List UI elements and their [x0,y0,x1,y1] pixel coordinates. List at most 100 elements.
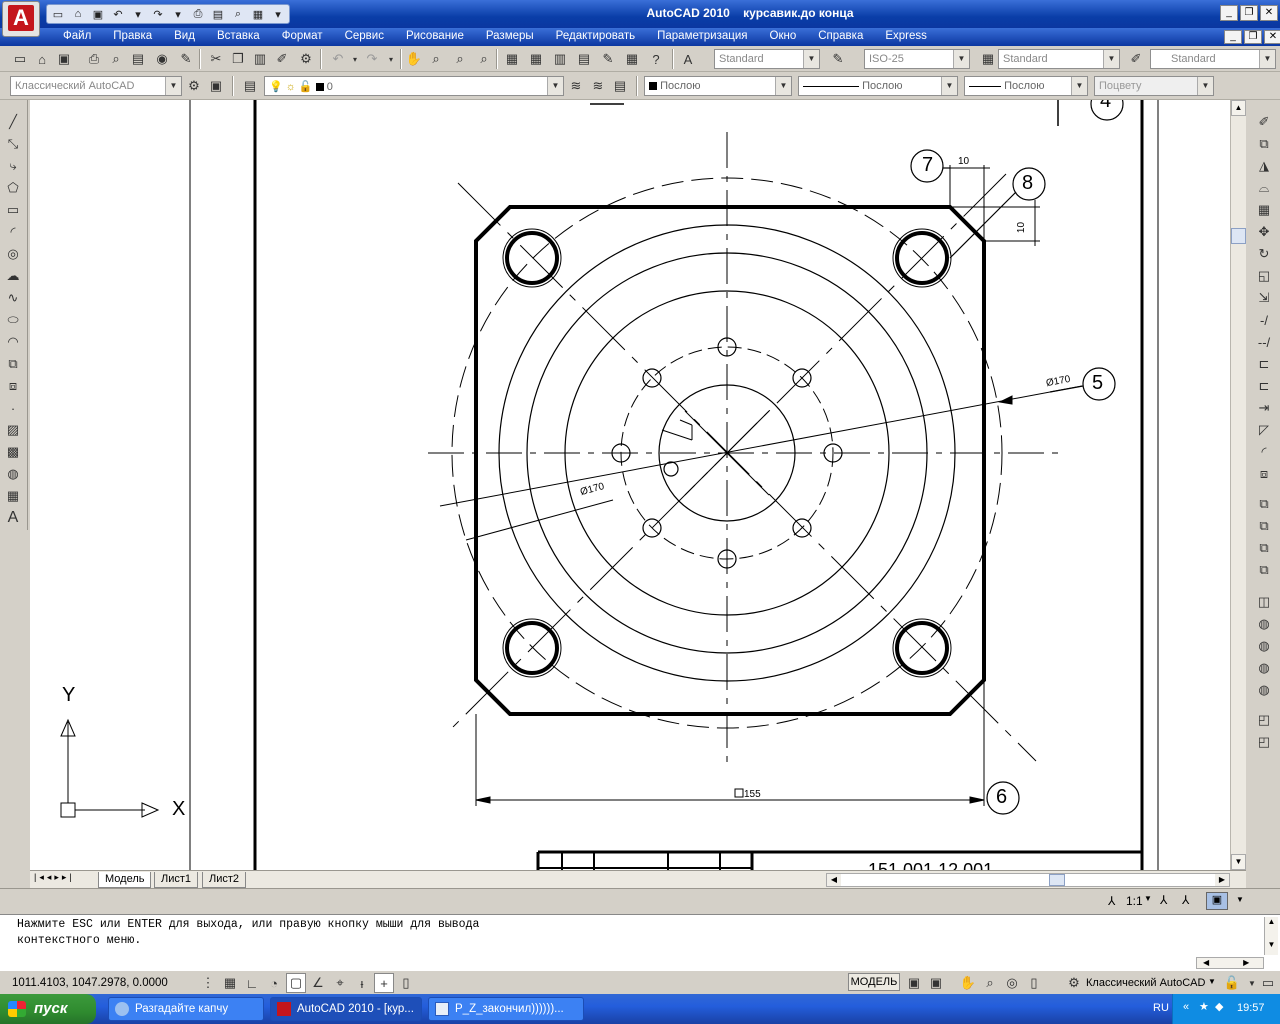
explode-icon[interactable]: ⧈ [1254,464,1274,484]
undo-dropdown-icon[interactable]: ▾ [130,7,146,21]
copy-icon[interactable]: ❐ [228,49,248,69]
print-icon[interactable]: ⎙ [84,49,104,69]
make-current-layer-icon[interactable]: ≋ [566,76,586,96]
array-icon[interactable]: ▦ [1254,200,1274,220]
scroll-left-icon[interactable]: ◀ [827,874,841,886]
dim-style-select[interactable]: ISO-25 ▼ [864,49,970,69]
menu-help[interactable]: Справка [807,30,874,42]
tool-palettes-icon[interactable]: ▥ [550,49,570,69]
chevron-down-icon[interactable]: ▼ [1208,977,1216,986]
annotation-autoscale-icon[interactable]: ⅄ [1182,893,1189,907]
plotstyle-select[interactable]: Поцвету ▼ [1094,76,1214,96]
ellipse-arc-icon[interactable]: ◠ [3,332,23,352]
taskbar-task-captcha[interactable]: Разгадайте капчу [108,997,264,1021]
sheet-set-icon[interactable]: ▤ [574,49,594,69]
fillet-icon[interactable]: ◜ [1254,442,1274,462]
menu-edit[interactable]: Правка [102,30,163,42]
etransmit-icon[interactable]: ✎ [176,49,196,69]
draw-order-front-icon[interactable]: ⧉ [1254,494,1274,514]
toolbar-lock-icon[interactable]: 🔓 [1222,973,1242,993]
scroll-left-icon[interactable]: ◀ [1203,958,1209,967]
zoom-status-icon[interactable]: ⌕ [980,973,1000,993]
ducs-icon[interactable]: ⌖ [330,973,350,993]
restore-button[interactable]: ❐ [1240,5,1258,21]
preview-icon[interactable]: ⌕ [230,7,246,21]
break-icon[interactable]: ⊏ [1254,376,1274,396]
gradient-icon[interactable]: ▩ [3,442,23,462]
doc-close-button[interactable]: ✕ [1264,30,1280,44]
erase-icon[interactable]: ✐ [1254,112,1274,132]
make-block-icon[interactable]: ⧈ [3,376,23,396]
annotation-scale-value[interactable]: 1:1 [1126,894,1143,908]
lineweight-select[interactable]: Послою ▼ [964,76,1088,96]
drawing-canvas[interactable]: 7 8 5 6 4 10 10 Ø170 Ø170 155 151.001.12… [30,100,1230,870]
multileader-style-icon[interactable]: ✐ [1126,49,1146,69]
pan-icon[interactable]: ✋ [404,49,424,69]
table-style-icon[interactable]: ▦ [978,49,998,69]
menu-tools[interactable]: Сервис [334,30,395,42]
open-file-icon[interactable]: ⌂ [70,7,86,21]
redo-dropdown-icon[interactable]: ▾ [381,49,401,69]
open-icon[interactable]: ⌂ [32,49,52,69]
scale-icon[interactable]: ◱ [1254,266,1274,286]
insert-block-icon[interactable]: ⧉ [3,354,23,374]
steeringwheel-icon[interactable]: ◎ [1002,973,1022,993]
lineweight-toggle-icon[interactable]: + [374,973,394,993]
annotation-scale-icon[interactable]: ⅄ [1108,894,1115,908]
language-indicator[interactable]: RU [1153,1002,1169,1014]
layer-state-icon[interactable]: ▤ [610,76,630,96]
scroll-right-icon[interactable]: ▶ [1243,958,1249,967]
spline-icon[interactable]: ∿ [3,288,23,308]
revision-cloud-icon[interactable]: ☁ [3,266,23,286]
doc-restore-button[interactable]: ❐ [1244,30,1262,44]
new-file-icon[interactable]: ▭ [50,7,66,21]
move-icon[interactable]: ✥ [1254,222,1274,242]
multileader-style-select[interactable]: Standard ▼ [1150,49,1276,69]
scroll-right-icon[interactable]: ▶ [1215,874,1229,886]
grid-icon[interactable]: ▦ [220,973,240,993]
workspace-switch-icon[interactable]: ⚙ [1064,973,1084,993]
menu-insert[interactable]: Вставка [206,30,271,42]
tab-layout1[interactable]: Лист1 [154,872,199,888]
annotation-visibility-icon[interactable]: ⅄ [1160,893,1167,907]
layer-previous-icon[interactable]: ≋ [588,76,608,96]
menu-modify[interactable]: Редактировать [545,30,646,42]
quick-properties-icon[interactable]: ▯ [396,973,416,993]
globe-add-icon[interactable]: ◍ [1254,636,1274,656]
redo-icon[interactable]: ↷ [150,7,166,21]
taskbar-task-word[interactable]: P_Z_закончил))))))... [428,997,584,1021]
publish-icon[interactable]: ▤ [210,7,226,21]
scroll-up-icon[interactable]: ▲ [1231,100,1246,116]
snap-mode-icon[interactable]: ⋮ [198,973,218,993]
cut-icon[interactable]: ✂ [206,49,226,69]
scroll-thumb[interactable] [1231,228,1246,244]
block-editor-icon[interactable]: ⚙ [296,49,316,69]
menu-file[interactable]: Файл [52,30,102,42]
3d-dwf-icon[interactable]: ◉ [152,49,172,69]
point-icon[interactable]: · [3,398,23,418]
extend-icon[interactable]: --/ [1254,332,1274,352]
layer-properties-icon[interactable]: ▤ [240,76,260,96]
redo-dropdown-icon[interactable]: ▾ [170,7,186,21]
tab-model[interactable]: Модель [98,872,152,888]
tab-nav-arrows-icon[interactable]: |◂◂▸▸| [34,872,75,883]
plot-preview-icon[interactable]: ⌕ [106,49,126,69]
menu-draw[interactable]: Рисование [395,30,475,42]
chamfer-icon[interactable]: ◸ [1254,420,1274,440]
viewport-icon[interactable]: ▣ [1206,892,1228,910]
menu-format[interactable]: Формат [271,30,334,42]
design-center-icon[interactable]: ▦ [526,49,546,69]
showmotion-icon[interactable]: ▯ [1024,973,1044,993]
break-at-point-icon[interactable]: ⊏ [1254,354,1274,374]
quickcalc-icon[interactable]: ▦ [622,49,642,69]
zoom-window-icon[interactable]: ⌕ [450,49,470,69]
hscroll-thumb[interactable] [1049,874,1065,886]
draw-order-above-icon[interactable]: ⧉ [1254,538,1274,558]
doc-minimize-button[interactable]: _ [1224,30,1242,44]
redo-icon[interactable]: ↷ [362,49,382,69]
chevron-down-icon[interactable]: ▼ [1236,895,1244,904]
scroll-up-icon[interactable]: ▲ [1265,917,1278,926]
workspace-save-icon[interactable]: ▣ [206,76,226,96]
properties-icon[interactable]: ▦ [502,49,522,69]
plot-icon[interactable]: ⎙ [190,7,206,21]
